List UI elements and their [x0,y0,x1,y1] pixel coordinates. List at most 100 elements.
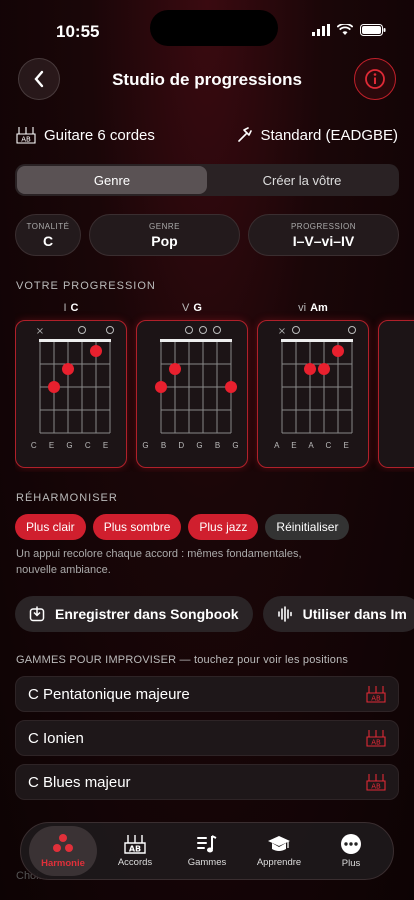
waveform-icon [277,606,292,622]
chord-label: Am [310,302,328,314]
progression-pill[interactable]: PROGRESSION I–V–vi–IV [248,214,399,256]
save-icon [29,606,45,622]
graduation-cap-icon [268,836,290,851]
save-to-songbook-button[interactable]: Enregistrer dans Songbook [15,596,253,632]
mode-segmented-control: Genre Créer la vôtre [15,164,399,196]
status-time: 10:55 [56,22,100,41]
instrument-row: AB Guitare 6 cordes Standard (EADGBE) [16,124,398,146]
chord-degree: I [63,302,67,314]
svg-text:×: × [36,326,44,337]
darker-button[interactable]: Plus sombre [92,514,182,540]
tab-create-your-own[interactable]: Créer la vôtre [207,166,397,194]
key-value: C [42,232,54,249]
jazzier-button[interactable]: Plus jazz [188,514,259,540]
tab-label: Accords [117,857,153,868]
scale-row[interactable]: C Blues majeur AB [15,764,399,800]
action-buttons: Enregistrer dans Songbook Utiliser dans … [15,596,414,632]
genre-pill[interactable]: GENRE Pop [89,214,240,256]
tab-bar: Harmonie AB Accords Gammes Apprendre Plu… [20,822,394,880]
svg-text:AB: AB [371,739,381,747]
reharmonize-label: RÉHARMONISER [16,492,118,504]
chord-diagram: G B D G B G [136,320,248,468]
reset-button[interactable]: Réinitialiser [265,514,350,540]
use-in-button[interactable]: Utiliser dans Im [262,596,414,632]
chord-degree: vi [298,302,307,314]
instrument-selector[interactable]: AB Guitare 6 cordes [16,126,155,144]
chord-card-partial[interactable] [378,302,414,468]
svg-text:AB: AB [371,695,381,703]
guitar-icon: AB [366,774,386,791]
chord-card-g[interactable]: VG G B D G B G [136,302,248,468]
save-label: Enregistrer dans Songbook [55,606,239,622]
dynamic-island [150,10,278,46]
chord-card-am[interactable]: vi Am × A E A C E [257,302,369,468]
tab-label: Harmonie [41,858,85,869]
scale-name: C Blues majeur [28,773,131,791]
tab-harmony[interactable]: Harmonie [29,826,97,876]
chord-label: C [70,302,79,314]
scales-section-label: GAMMES POUR IMPROVISER — touchez pour vo… [16,654,349,666]
scale-name: C Pentatonique majeure [28,685,190,703]
music-list-icon [197,835,217,853]
tuning-selector[interactable]: Standard (EADGBE) [236,127,398,144]
use-label: Utiliser dans Im [302,606,407,622]
guitar-icon: AB [366,730,386,747]
chord-diagram: × C E G C E [15,320,127,468]
svg-text:AB: AB [21,136,31,144]
page-title: Studio de progressions [112,70,302,89]
info-button[interactable] [354,58,396,100]
signal-icon [312,24,330,36]
brighter-button[interactable]: Plus clair [15,514,86,540]
chord-name: IC [15,302,127,316]
guitar-icon: AB [16,127,36,144]
chord-label: G [193,302,202,314]
svg-text:×: × [278,326,286,337]
wifi-icon [337,24,353,35]
reharmonize-buttons: Plus clair Plus sombre Plus jazz Réiniti… [15,514,350,540]
status-icons [312,24,386,36]
instrument-name: Guitare 6 cordes [44,126,155,144]
tab-more[interactable]: Plus [317,826,385,876]
genre-value: Pop [151,232,178,249]
scale-name: C Ionien [28,729,84,747]
progression-label: PROGRESSION [290,221,357,231]
tab-label: Plus [341,858,361,869]
reharmonize-note: Un appui recolore chaque accord : mêmes … [16,548,302,576]
nav-header: Studio de progressions [0,58,414,102]
battery-icon [360,24,386,36]
chord-diagram [378,320,414,468]
harmony-icon [53,834,73,852]
status-bar: 10:55 [0,0,414,54]
more-icon [341,834,361,854]
chord-card-c[interactable]: IC × C E G C E [15,302,127,468]
chord-carousel[interactable]: IC × C E G C E VG G B D G B G vi Am × A … [15,302,414,472]
chord-diagram: × A E A C E [257,320,369,468]
chord-name: vi Am [257,302,369,316]
key-label: TONALITÉ [26,221,70,231]
scale-row[interactable]: C Ionien AB [15,720,399,756]
tab-label: Apprendre [256,857,302,868]
tab-chords[interactable]: AB Accords [101,826,169,876]
key-pill[interactable]: TONALITÉ C [15,214,81,256]
info-icon [365,69,385,89]
tuning-name: Standard (EADGBE) [260,126,398,144]
svg-text:AB: AB [129,845,141,854]
guitar-icon: AB [124,835,146,854]
tab-genre[interactable]: Genre [17,166,207,194]
svg-text:AB: AB [371,783,381,791]
scale-row[interactable]: C Pentatonique majeure AB [15,676,399,712]
chord-degree: V [182,302,190,314]
tuning-fork-icon [238,127,253,142]
progression-value: I–V–vi–IV [292,232,355,249]
progression-section-label: VOTRE PROGRESSION [16,280,156,292]
chord-notes: A E A C E [274,441,354,450]
chord-notes: G B D G B G [142,441,244,450]
tab-scales[interactable]: Gammes [173,826,241,876]
chord-name [378,302,414,316]
tab-learn[interactable]: Apprendre [245,826,313,876]
guitar-icon: AB [366,686,386,703]
tab-label: Gammes [187,857,227,868]
settings-pills: TONALITÉ C GENRE Pop PROGRESSION I–V–vi–… [15,214,399,256]
chord-name: VG [136,302,248,316]
genre-label: GENRE [149,221,180,231]
